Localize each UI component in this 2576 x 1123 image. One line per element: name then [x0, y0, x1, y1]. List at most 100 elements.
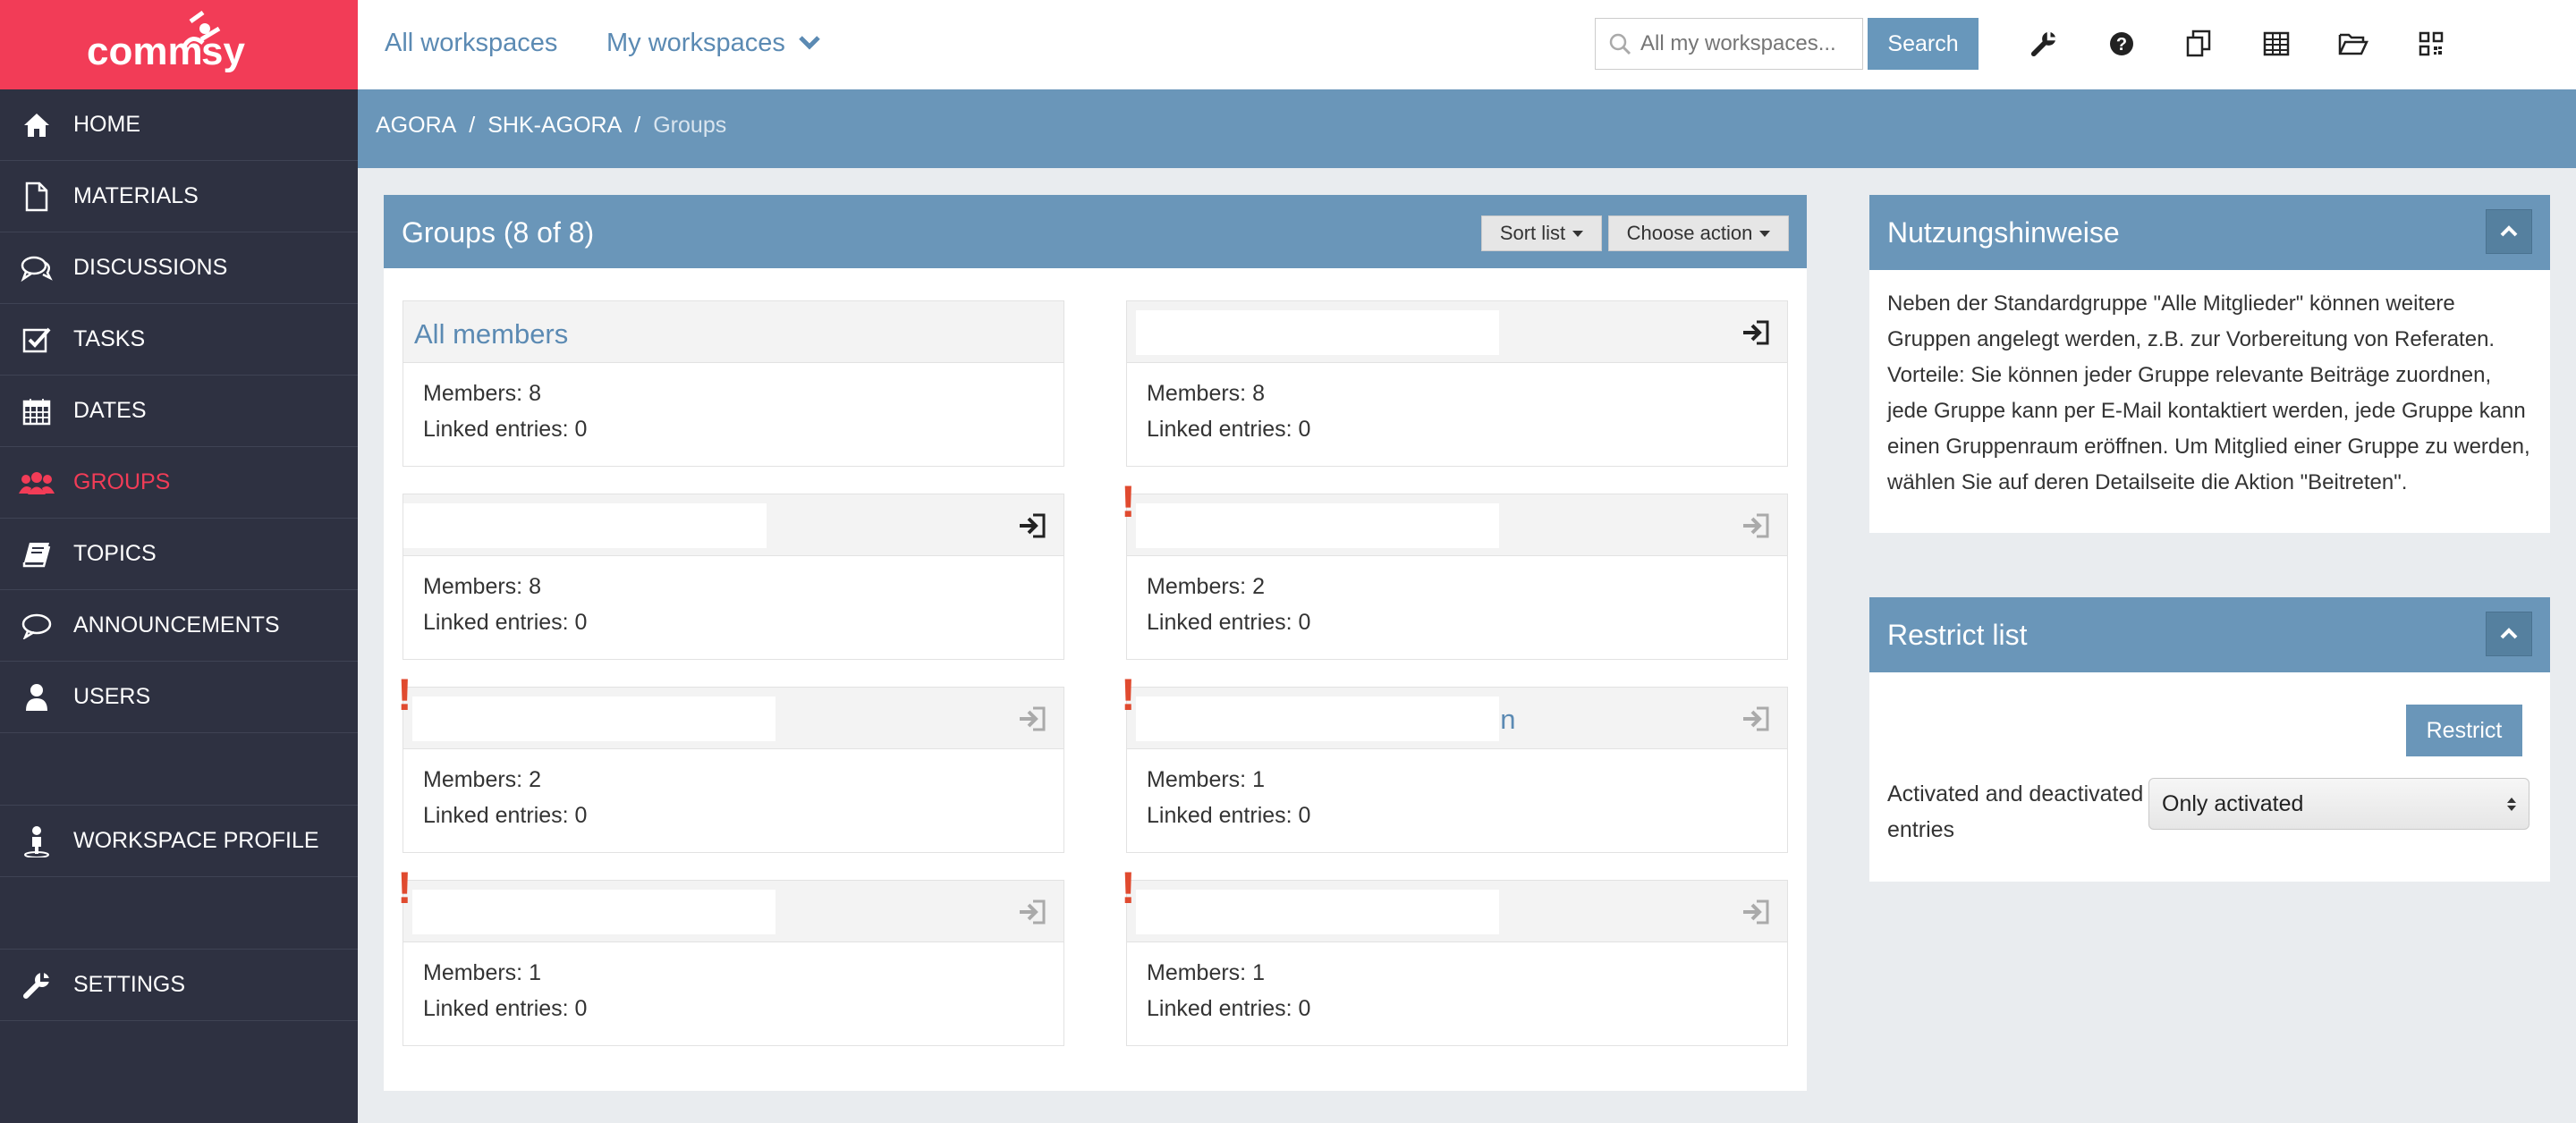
usage-hints-text: Neben der Standardgruppe "Alle Mitgliede… — [1887, 291, 2530, 494]
user-icon — [0, 683, 73, 712]
group-card-header: All members — [403, 301, 1063, 363]
commsy-logo-mark: comm sy — [87, 10, 245, 73]
home-icon — [0, 112, 73, 139]
choose-action-button[interactable]: Choose action — [1608, 215, 1789, 251]
members-count: Members: 8 — [423, 381, 541, 406]
sidebar-item-label: HOME — [73, 112, 140, 137]
group-card-body: Members: 2 Linked entries: 0 — [1127, 556, 1787, 653]
sidebar: comm sy HOME MATERIALS DISCUSSIONS TASKS… — [0, 0, 358, 1123]
join-group-icon[interactable] — [1741, 899, 1771, 925]
sidebar-spacer — [0, 733, 358, 806]
members-count: Members: 1 — [1147, 960, 1265, 985]
sidebar-item-tasks[interactable]: TASKS — [0, 304, 358, 376]
file-icon — [0, 182, 73, 212]
wrench-icon[interactable] — [2029, 29, 2059, 59]
sidebar-item-workspace-profile[interactable]: WORKSPACE PROFILE — [0, 806, 358, 877]
join-group-icon[interactable] — [1741, 319, 1771, 346]
sidebar-spacer — [0, 877, 358, 950]
search-input[interactable] — [1639, 30, 1857, 57]
sidebar-item-announcements[interactable]: ANNOUNCEMENTS — [0, 590, 358, 662]
sidebar-item-dates[interactable]: DATES — [0, 376, 358, 447]
alert-exclamation-icon: ! — [1121, 477, 1136, 527]
select-arrows-icon — [2507, 797, 2516, 811]
sidebar-item-label: DISCUSSIONS — [73, 255, 228, 280]
breadcrumb: AGORA / SHK-AGORA / Groups — [376, 113, 726, 139]
breadcrumb-shk-agora[interactable]: SHK-AGORA — [487, 113, 622, 138]
activation-filter-select[interactable]: Only activated — [2148, 778, 2529, 830]
sidebar-item-settings[interactable]: SETTINGS — [0, 950, 358, 1021]
restrict-list-panel: Restrict list Restrict Activated and dea… — [1869, 597, 2550, 882]
group-card: Members: 8 Linked entries: 0 — [1126, 300, 1788, 467]
join-group-icon[interactable] — [1017, 705, 1047, 732]
sidebar-item-users[interactable]: USERS — [0, 662, 358, 733]
folder-open-icon[interactable] — [2338, 29, 2368, 59]
join-group-icon[interactable] — [1017, 512, 1047, 539]
usage-hints-panel: Nutzungshinweise Neben der Standardgrupp… — [1869, 195, 2550, 533]
group-card-header — [1127, 881, 1787, 942]
calendar-icon — [0, 397, 73, 426]
chevron-down-icon — [799, 36, 820, 50]
join-group-icon[interactable] — [1017, 899, 1047, 925]
group-title-redacted[interactable] — [403, 503, 767, 548]
group-card-body: Members: 1 Linked entries: 0 — [1127, 749, 1787, 846]
group-card-body: Members: 8 Linked entries: 0 — [1127, 363, 1787, 460]
groups-panel-header: Groups (8 of 8) Sort list Choose action — [384, 195, 1807, 268]
sort-list-button[interactable]: Sort list — [1481, 215, 1602, 251]
breadcrumb-current: Groups — [653, 113, 727, 138]
group-title-redacted[interactable] — [412, 890, 775, 934]
linked-entries-count: Linked entries: 0 — [423, 610, 588, 635]
sidebar-item-label: TASKS — [73, 326, 146, 351]
collapse-hints-button[interactable] — [2486, 209, 2532, 254]
restrict-list-header: Restrict list — [1869, 597, 2550, 672]
group-card-header — [1127, 494, 1787, 556]
sidebar-item-label: SETTINGS — [73, 972, 186, 997]
group-title-redacted[interactable] — [1136, 310, 1499, 355]
page-title: Groups (8 of 8) — [402, 216, 595, 249]
my-workspaces-dropdown[interactable]: My workspaces — [606, 29, 821, 58]
sidebar-item-materials[interactable]: MATERIALS — [0, 161, 358, 232]
sidebar-nav: HOME MATERIALS DISCUSSIONS TASKS DATES G… — [0, 89, 358, 1021]
group-card: Members: 1 Linked entries: 0 — [1126, 880, 1788, 1046]
group-card: en Members: 1 Linked entries: 0 — [1126, 687, 1788, 853]
breadcrumb-agora[interactable]: AGORA — [376, 113, 456, 138]
activation-filter-value: Only activated — [2162, 790, 2304, 816]
group-title-redacted[interactable] — [1136, 697, 1499, 741]
sidebar-item-label: TOPICS — [73, 541, 157, 566]
top-bar: All workspaces My workspaces Search ? — [358, 0, 2576, 90]
group-card: Members: 8 Linked entries: 0 — [402, 494, 1064, 660]
group-card-body: Members: 8 Linked entries: 0 — [403, 363, 1063, 460]
alert-exclamation-icon: ! — [1121, 670, 1136, 720]
table-icon[interactable] — [2261, 29, 2292, 59]
svg-text:?: ? — [2116, 35, 2127, 55]
book-icon — [0, 541, 73, 568]
sidebar-item-label: USERS — [73, 684, 151, 709]
sidebar-item-groups[interactable]: GROUPS — [0, 447, 358, 519]
group-title-redacted[interactable] — [1136, 503, 1499, 548]
members-count: Members: 8 — [1147, 381, 1265, 406]
sort-list-label: Sort list — [1499, 222, 1566, 244]
join-group-icon[interactable] — [1741, 512, 1771, 539]
all-workspaces-link[interactable]: All workspaces — [385, 29, 557, 58]
collapse-restrict-button[interactable] — [2486, 612, 2532, 656]
search-icon — [1609, 33, 1631, 55]
join-group-icon[interactable] — [1741, 705, 1771, 732]
sidebar-item-topics[interactable]: TOPICS — [0, 519, 358, 590]
qr-code-icon[interactable] — [2416, 29, 2446, 59]
sidebar-item-label: WORKSPACE PROFILE — [73, 828, 319, 853]
restrict-button[interactable]: Restrict — [2406, 705, 2522, 756]
group-title-redacted[interactable] — [1136, 890, 1499, 934]
copy-icon[interactable] — [2183, 29, 2214, 59]
my-workspaces-label: My workspaces — [606, 29, 785, 57]
group-title-redacted[interactable] — [412, 697, 775, 741]
group-card-header: en — [1127, 688, 1787, 749]
help-icon[interactable]: ? — [2106, 29, 2137, 59]
group-card-body: Members: 2 Linked entries: 0 — [403, 749, 1063, 846]
linked-entries-count: Linked entries: 0 — [423, 996, 588, 1021]
commsy-logo[interactable]: comm sy — [0, 0, 358, 89]
sidebar-item-discussions[interactable]: DISCUSSIONS — [0, 232, 358, 304]
group-title-link[interactable]: All members — [414, 318, 568, 350]
sidebar-item-home[interactable]: HOME — [0, 89, 358, 161]
chevron-up-icon — [2500, 225, 2518, 237]
alert-exclamation-icon: ! — [1121, 863, 1136, 913]
search-button[interactable]: Search — [1868, 18, 1979, 70]
